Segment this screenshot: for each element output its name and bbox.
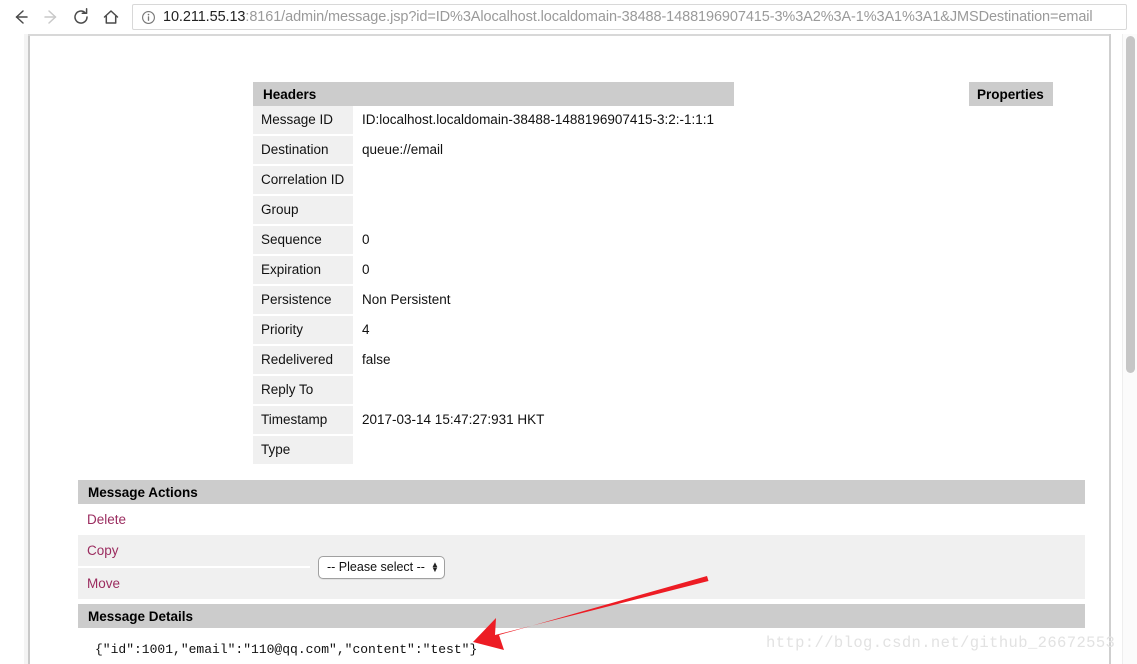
message-details-title: Message Details xyxy=(78,604,1085,628)
info-circle-icon[interactable] xyxy=(141,10,156,25)
reload-button[interactable] xyxy=(66,2,96,32)
header-value: 2017-03-14 15:47:27:931 HKT xyxy=(353,406,734,436)
chevron-updown-icon: ▲ ▼ xyxy=(430,560,439,574)
home-icon xyxy=(101,7,121,27)
header-value xyxy=(353,166,734,196)
header-value xyxy=(353,436,734,466)
header-value: 0 xyxy=(353,226,734,256)
url-host: 10.211.55.13 xyxy=(163,9,246,25)
header-label: Group xyxy=(253,196,353,226)
viewport-top-border xyxy=(28,34,1111,36)
page-viewport: Headers Message ID ID:localhost.localdom… xyxy=(0,34,1137,664)
header-value: Non Persistent xyxy=(353,286,734,316)
arrow-left-icon xyxy=(11,7,31,27)
headers-table: Headers Message ID ID:localhost.localdom… xyxy=(253,82,734,466)
message-actions-title: Message Actions xyxy=(78,480,1085,504)
header-label: Sequence xyxy=(253,226,353,256)
table-row: Expiration 0 xyxy=(253,256,734,286)
url-rest: :8161/admin/message.jsp?id=ID%3Alocalhos… xyxy=(245,9,1093,25)
table-row: Priority 4 xyxy=(253,316,734,346)
destination-select-value: -- Please select -- xyxy=(327,560,425,574)
header-label: Message ID xyxy=(253,106,353,136)
header-value: ID:localhost.localdomain-38488-148819690… xyxy=(353,106,734,136)
header-label: Persistence xyxy=(253,286,353,316)
home-button[interactable] xyxy=(96,2,126,32)
viewport-right-border xyxy=(1109,34,1111,664)
header-value: 4 xyxy=(353,316,734,346)
table-row: Message ID ID:localhost.localdomain-3848… xyxy=(253,106,734,136)
header-label: Timestamp xyxy=(253,406,353,436)
header-value xyxy=(353,376,734,406)
header-label: Expiration xyxy=(253,256,353,286)
header-value: 0 xyxy=(353,256,734,286)
browser-toolbar: 10.211.55.13:8161/admin/message.jsp?id=I… xyxy=(0,0,1137,34)
screen: 10.211.55.13:8161/admin/message.jsp?id=I… xyxy=(0,0,1137,664)
headers-title: Headers xyxy=(253,82,734,106)
table-row: Copy Move -- Please select -- ▲ ▼ xyxy=(78,535,1085,599)
properties-title: Properties xyxy=(969,82,1053,106)
back-button[interactable] xyxy=(6,2,36,32)
table-row: Persistence Non Persistent xyxy=(253,286,734,316)
reload-icon xyxy=(71,7,91,27)
header-label: Correlation ID xyxy=(253,166,353,196)
table-row: Correlation ID xyxy=(253,166,734,196)
header-label: Priority xyxy=(253,316,353,346)
move-link[interactable]: Move xyxy=(87,576,120,591)
watermark-text: http://blog.csdn.net/github_26672553 xyxy=(766,634,1116,652)
header-label: Redelivered xyxy=(253,346,353,376)
header-value: false xyxy=(353,346,734,376)
destination-select[interactable]: -- Please select -- ▲ ▼ xyxy=(318,555,445,579)
message-actions-table: Message Actions Delete Copy Move -- Plea… xyxy=(78,480,1085,599)
properties-table: Properties xyxy=(969,82,1053,106)
copy-link[interactable]: Copy xyxy=(87,543,119,558)
table-row: Timestamp 2017-03-14 15:47:27:931 HKT xyxy=(253,406,734,436)
header-label: Destination xyxy=(253,136,353,166)
move-cell: Move xyxy=(78,568,310,599)
destination-select-cell: -- Please select -- ▲ ▼ xyxy=(310,535,1085,599)
url-text: 10.211.55.13:8161/admin/message.jsp?id=I… xyxy=(163,9,1093,25)
forward-button xyxy=(36,2,66,32)
table-row: Sequence 0 xyxy=(253,226,734,256)
page-scrollbar[interactable] xyxy=(1122,34,1137,664)
table-row: Delete xyxy=(78,504,1085,535)
arrow-right-icon xyxy=(41,7,61,27)
table-row: Reply To xyxy=(253,376,734,406)
header-label: Type xyxy=(253,436,353,466)
page-scrollbar-thumb[interactable] xyxy=(1126,36,1135,373)
table-row: Redelivered false xyxy=(253,346,734,376)
delete-cell: Delete xyxy=(78,504,310,535)
table-row: Type xyxy=(253,436,734,466)
table-row: Destination queue://email xyxy=(253,136,734,166)
delete-empty-cell xyxy=(310,504,1085,535)
header-value: queue://email xyxy=(353,136,734,166)
header-value xyxy=(353,196,734,226)
copy-cell: Copy xyxy=(78,535,310,568)
header-label: Reply To xyxy=(253,376,353,406)
address-bar[interactable]: 10.211.55.13:8161/admin/message.jsp?id=I… xyxy=(132,4,1127,30)
table-row: Group xyxy=(253,196,734,226)
delete-link[interactable]: Delete xyxy=(87,512,126,527)
viewport-left-border xyxy=(28,34,30,664)
